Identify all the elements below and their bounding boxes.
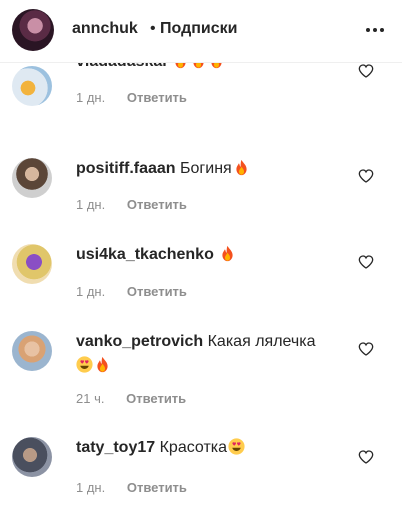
comment-text: Богиня [180,160,232,177]
following-button[interactable]: Подписки [160,20,237,38]
comment-content: vladadaskal [76,62,346,74]
fire-icon [171,62,189,70]
comment-meta: 1 дн. Ответить [76,197,187,212]
comment-time: 1 дн. [76,480,106,495]
fire-icon [189,62,207,70]
comment-content: vanko_petrovich Какая лялечка [76,330,346,378]
commenter-username[interactable]: vladadaskal [76,62,167,70]
commenter-username[interactable]: usi4ka_tkachenko [76,246,214,263]
reply-button[interactable]: Ответить [127,197,187,212]
commenter-username[interactable]: taty_toy17 [76,439,155,456]
comment-time: 1 дн. [76,284,106,299]
comment-meta: 1 дн. Ответить [76,284,187,299]
post-header: annchuk • Подписки [0,0,402,63]
heart-eyes-icon [76,357,93,374]
comment-time: 1 дн. [76,197,106,212]
comment-text: Красотка [159,439,228,456]
commenter-username[interactable]: positiff.faaan [76,160,176,177]
comment-text: Какая лялечка [207,333,316,350]
comment-content: taty_toy17 Красотка [76,436,346,460]
commenter-avatar[interactable] [12,66,52,106]
author-username[interactable]: annchuk [72,20,138,38]
like-heart-icon[interactable] [358,168,374,184]
reply-button[interactable]: Ответить [127,480,187,495]
comment-meta: 1 дн. Ответить [76,480,187,495]
commenter-username[interactable]: vanko_petrovich [76,333,203,350]
reply-button[interactable]: Ответить [127,90,187,105]
more-options-icon[interactable] [366,28,386,34]
like-heart-icon[interactable] [358,449,374,465]
comment-time: 1 дн. [76,90,106,105]
comment-content: usi4ka_tkachenko [76,243,346,267]
reply-button[interactable]: Ответить [127,284,187,299]
commenter-avatar[interactable] [12,331,52,371]
like-heart-icon[interactable] [358,254,374,270]
comment-content: positiff.faaan Богиня [76,157,346,181]
heart-eyes-icon [227,439,245,456]
fire-icon [93,357,111,374]
comment-meta: 1 дн. Ответить [76,90,187,105]
comment-time: 21 ч. [76,391,105,406]
comments-list[interactable]: vladadaskal 1 дн. Ответить positiff.faaa… [0,62,402,510]
author-avatar[interactable] [12,9,54,51]
reply-button[interactable]: Ответить [126,391,186,406]
commenter-avatar[interactable] [12,158,52,198]
like-heart-icon[interactable] [358,341,374,357]
commenter-avatar[interactable] [12,437,52,477]
header-separator: • [150,20,156,37]
fire-icon [207,62,225,70]
like-heart-icon[interactable] [358,63,374,79]
commenter-avatar[interactable] [12,244,52,284]
comment-meta: 21 ч. Ответить [76,391,186,406]
fire-icon [218,246,236,263]
fire-icon [232,160,250,177]
